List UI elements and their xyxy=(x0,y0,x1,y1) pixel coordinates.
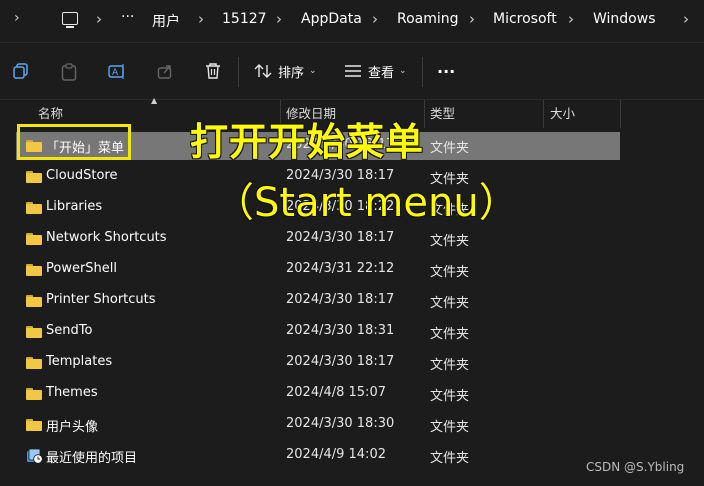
toolbar-divider xyxy=(422,57,423,87)
sort-ascending-icon: ▲ xyxy=(151,96,158,105)
breadcrumb-microsoft[interactable]: Microsoft xyxy=(493,11,557,27)
file-row[interactable]: PowerShell 2024/3/31 22:12 文件夹 xyxy=(16,256,620,284)
chevron-right-icon[interactable]: › xyxy=(683,10,689,28)
toolbar-divider xyxy=(238,57,239,87)
folder-icon xyxy=(26,326,42,338)
file-type: 文件夹 xyxy=(430,327,470,342)
folder-icon xyxy=(26,388,42,400)
file-name: Network Shortcuts xyxy=(46,230,167,245)
file-name: SendTo xyxy=(46,323,93,338)
view-icon xyxy=(345,65,361,77)
folder-icon xyxy=(26,295,42,307)
file-name: PowerShell xyxy=(46,261,118,276)
file-row[interactable]: 最近使用的项目 2024/4/9 14:02 文件夹 xyxy=(16,442,620,470)
view-label: 查看 xyxy=(368,65,395,81)
file-type: 文件夹 xyxy=(430,420,470,435)
folder-icon xyxy=(26,202,42,214)
chevron-right-icon: › xyxy=(198,10,204,28)
column-divider[interactable] xyxy=(620,100,621,128)
chevron-down-icon: ⌄ xyxy=(309,66,317,76)
file-type: 文件夹 xyxy=(430,358,470,373)
recent-items-icon xyxy=(27,448,43,464)
breadcrumb-ellipsis[interactable]: ··· xyxy=(121,9,134,25)
file-row[interactable]: 用户头像 2024/3/30 18:30 文件夹 xyxy=(16,411,620,439)
this-pc-icon[interactable] xyxy=(62,12,78,28)
sort-label: 排序 xyxy=(278,65,305,81)
file-date: 2024/3/31 22:12 xyxy=(286,261,395,276)
highlight-box xyxy=(17,124,131,160)
folder-icon xyxy=(26,264,42,276)
chevron-right-icon: › xyxy=(372,10,378,28)
file-row[interactable]: Themes 2024/4/8 15:07 文件夹 xyxy=(16,380,620,408)
file-type: 文件夹 xyxy=(430,389,470,404)
file-date: 2024/3/30 18:31 xyxy=(286,323,395,338)
chevron-left-icon[interactable]: › xyxy=(14,10,20,26)
file-row[interactable]: Network Shortcuts 2024/3/30 18:17 文件夹 xyxy=(16,225,620,253)
chevron-right-icon: › xyxy=(469,10,475,28)
more-options-button[interactable]: ··· xyxy=(437,60,455,82)
file-name: Libraries xyxy=(46,199,103,214)
file-date: 2024/4/9 14:02 xyxy=(286,447,386,462)
annotation-title: 打开开始菜单 xyxy=(190,120,425,164)
file-type: 文件夹 xyxy=(430,234,470,249)
chevron-right-icon: › xyxy=(96,10,102,28)
rename-icon[interactable]: A xyxy=(108,63,126,80)
file-row[interactable]: Templates 2024/3/30 18:17 文件夹 xyxy=(16,349,620,377)
column-header-type[interactable]: 类型 xyxy=(430,100,455,128)
paste-icon[interactable] xyxy=(61,63,77,81)
chevron-down-icon: ⌄ xyxy=(399,66,407,76)
copy-icon[interactable] xyxy=(13,63,29,79)
sort-button[interactable]: 排序 ⌄ xyxy=(254,60,317,82)
view-button[interactable]: 查看 ⌄ xyxy=(344,60,407,82)
column-divider[interactable] xyxy=(543,100,544,128)
svg-text:A: A xyxy=(112,68,119,78)
column-header-size[interactable]: 大小 xyxy=(550,100,575,128)
file-row[interactable]: Printer Shortcuts 2024/3/30 18:17 文件夹 xyxy=(16,287,620,315)
file-name: 最近使用的项目 xyxy=(46,451,138,466)
file-date: 2024/3/30 18:17 xyxy=(286,354,395,369)
file-name: Themes xyxy=(46,385,98,400)
chevron-right-icon: › xyxy=(276,10,282,28)
sort-icon xyxy=(254,64,272,78)
share-icon[interactable] xyxy=(157,63,173,79)
file-type: 文件夹 xyxy=(430,296,470,311)
column-divider[interactable] xyxy=(424,100,425,128)
file-date: 2024/3/30 18:17 xyxy=(286,230,395,245)
file-date: 2024/4/8 15:07 xyxy=(286,385,386,400)
command-bar: A 排序 ⌄ 查看 ⌄ ··· xyxy=(0,43,704,100)
file-type: 文件夹 xyxy=(430,451,470,466)
file-type: 文件夹 xyxy=(430,141,470,156)
file-name: Printer Shortcuts xyxy=(46,292,156,307)
file-type: 文件夹 xyxy=(430,265,470,280)
file-row[interactable]: SendTo 2024/3/30 18:31 文件夹 xyxy=(16,318,620,346)
breadcrumb-user[interactable]: 15127 xyxy=(222,11,267,27)
breadcrumb-roaming[interactable]: Roaming xyxy=(397,11,459,27)
file-name: 用户头像 xyxy=(46,420,99,435)
delete-icon[interactable] xyxy=(205,62,221,80)
annotation-subtitle: （Start menu） xyxy=(214,180,519,226)
file-date: 2024/3/30 18:30 xyxy=(286,416,395,431)
folder-icon xyxy=(26,419,42,431)
folder-icon xyxy=(26,233,42,245)
folder-icon xyxy=(26,357,42,369)
breadcrumb-appdata[interactable]: AppData xyxy=(301,11,362,27)
address-bar[interactable]: › › ··· 用户 › 15127 › AppData › Roaming ›… xyxy=(0,0,704,43)
file-date: 2024/3/30 18:17 xyxy=(286,292,395,307)
chevron-right-icon: › xyxy=(568,10,574,28)
folder-icon xyxy=(26,171,42,183)
breadcrumb-users[interactable]: 用户 xyxy=(152,11,180,31)
watermark: CSDN @S.Ybling xyxy=(586,460,685,474)
breadcrumb-windows[interactable]: Windows xyxy=(593,11,656,27)
file-name: CloudStore xyxy=(46,168,118,183)
file-name: Templates xyxy=(46,354,113,369)
